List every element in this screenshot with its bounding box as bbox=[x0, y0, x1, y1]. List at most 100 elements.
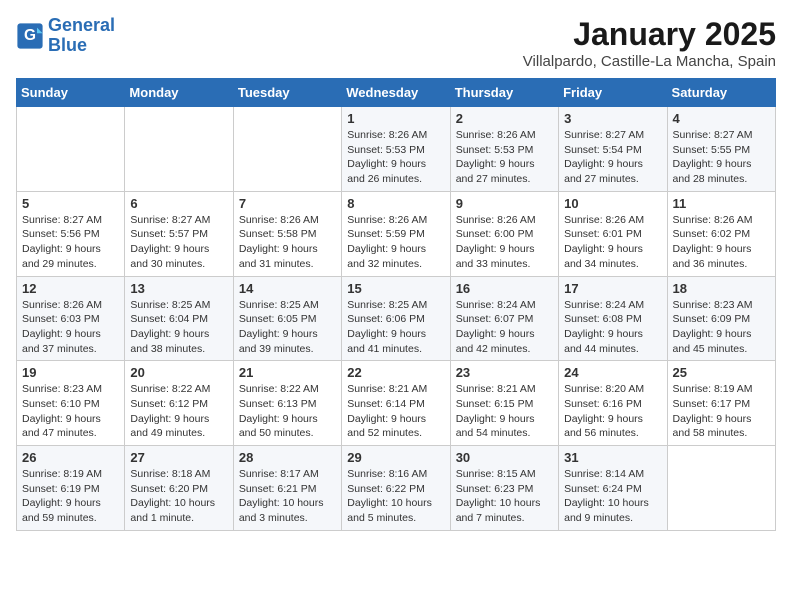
day-cell: 8 Sunrise: 8:26 AMSunset: 5:59 PMDaylight… bbox=[342, 191, 450, 276]
week-row-3: 19Sunrise: 8:23 AMSunset: 6:10 PMDayligh… bbox=[17, 361, 776, 446]
day-cell: 11 Sunrise: 8:26 AMSunset: 6:02 PMDayligh… bbox=[667, 191, 775, 276]
day-info: Sunrise: 8:26 AMSunset: 5:58 PMDaylight:… bbox=[239, 213, 336, 272]
day-number: 5 bbox=[22, 196, 119, 211]
weekday-header-thursday: Thursday bbox=[450, 79, 558, 107]
day-number: 9 bbox=[456, 196, 553, 211]
day-cell: 13 Sunrise: 8:25 AMSunset: 6:04 PMDayligh… bbox=[125, 276, 233, 361]
day-info: Sunrise: 8:19 AMSunset: 6:19 PMDaylight:… bbox=[22, 467, 119, 526]
day-number: 25 bbox=[673, 365, 770, 380]
week-row-0: 1 Sunrise: 8:26 AMSunset: 5:53 PMDaylight… bbox=[17, 107, 776, 192]
day-number: 20 bbox=[130, 365, 227, 380]
day-cell: 7 Sunrise: 8:26 AMSunset: 5:58 PMDaylight… bbox=[233, 191, 341, 276]
day-cell: 21 Sunrise: 8:22 AMSunset: 6:13 PMDayligh… bbox=[233, 361, 341, 446]
logo-icon: G bbox=[16, 22, 44, 50]
day-number: 23 bbox=[456, 365, 553, 380]
day-info: Sunrise: 8:21 AMSunset: 6:14 PMDaylight:… bbox=[347, 382, 444, 441]
day-number: 31 bbox=[564, 450, 661, 465]
weekday-header-row: SundayMondayTuesdayWednesdayThursdayFrid… bbox=[17, 79, 776, 107]
day-cell: 18Sunrise: 8:23 AMSunset: 6:09 PMDayligh… bbox=[667, 276, 775, 361]
day-info: Sunrise: 8:26 AMSunset: 6:01 PMDaylight:… bbox=[564, 213, 661, 272]
day-info: Sunrise: 8:26 AMSunset: 6:03 PMDaylight:… bbox=[22, 298, 119, 357]
day-cell: 23 Sunrise: 8:21 AMSunset: 6:15 PMDayligh… bbox=[450, 361, 558, 446]
day-number: 16 bbox=[456, 281, 553, 296]
title-block: January 2025 Villalpardo, Castille-La Ma… bbox=[523, 16, 776, 70]
day-info: Sunrise: 8:23 AMSunset: 6:10 PMDaylight:… bbox=[22, 382, 119, 441]
day-number: 8 bbox=[347, 196, 444, 211]
day-number: 1 bbox=[347, 111, 444, 126]
day-info: Sunrise: 8:27 AMSunset: 5:57 PMDaylight:… bbox=[130, 213, 227, 272]
day-info: Sunrise: 8:14 AMSunset: 6:24 PMDaylight:… bbox=[564, 467, 661, 526]
day-number: 26 bbox=[22, 450, 119, 465]
day-cell: 24Sunrise: 8:20 AMSunset: 6:16 PMDayligh… bbox=[559, 361, 667, 446]
day-cell: 10 Sunrise: 8:26 AMSunset: 6:01 PMDayligh… bbox=[559, 191, 667, 276]
day-number: 27 bbox=[130, 450, 227, 465]
logo-line2: Blue bbox=[48, 35, 87, 55]
day-cell: 30 Sunrise: 8:15 AMSunset: 6:23 PMDayligh… bbox=[450, 446, 558, 531]
week-row-1: 5 Sunrise: 8:27 AMSunset: 5:56 PMDaylight… bbox=[17, 191, 776, 276]
day-info: Sunrise: 8:23 AMSunset: 6:09 PMDaylight:… bbox=[673, 298, 770, 357]
logo-text: General Blue bbox=[48, 16, 115, 56]
day-cell: 9 Sunrise: 8:26 AMSunset: 6:00 PMDaylight… bbox=[450, 191, 558, 276]
day-cell: 17Sunrise: 8:24 AMSunset: 6:08 PMDayligh… bbox=[559, 276, 667, 361]
day-info: Sunrise: 8:27 AMSunset: 5:56 PMDaylight:… bbox=[22, 213, 119, 272]
day-info: Sunrise: 8:21 AMSunset: 6:15 PMDaylight:… bbox=[456, 382, 553, 441]
day-cell: 20 Sunrise: 8:22 AMSunset: 6:12 PMDayligh… bbox=[125, 361, 233, 446]
weekday-header-monday: Monday bbox=[125, 79, 233, 107]
day-number: 30 bbox=[456, 450, 553, 465]
day-info: Sunrise: 8:17 AMSunset: 6:21 PMDaylight:… bbox=[239, 467, 336, 526]
day-info: Sunrise: 8:16 AMSunset: 6:22 PMDaylight:… bbox=[347, 467, 444, 526]
day-number: 11 bbox=[673, 196, 770, 211]
day-cell bbox=[17, 107, 125, 192]
day-info: Sunrise: 8:25 AMSunset: 6:04 PMDaylight:… bbox=[130, 298, 227, 357]
day-number: 28 bbox=[239, 450, 336, 465]
day-cell: 5 Sunrise: 8:27 AMSunset: 5:56 PMDaylight… bbox=[17, 191, 125, 276]
day-number: 13 bbox=[130, 281, 227, 296]
day-cell: 29 Sunrise: 8:16 AMSunset: 6:22 PMDayligh… bbox=[342, 446, 450, 531]
day-cell: 4Sunrise: 8:27 AMSunset: 5:55 PMDaylight… bbox=[667, 107, 775, 192]
day-info: Sunrise: 8:22 AMSunset: 6:12 PMDaylight:… bbox=[130, 382, 227, 441]
day-number: 2 bbox=[456, 111, 553, 126]
page-header: G General Blue January 2025 Villalpardo,… bbox=[16, 16, 776, 70]
day-info: Sunrise: 8:25 AMSunset: 6:06 PMDaylight:… bbox=[347, 298, 444, 357]
day-cell bbox=[125, 107, 233, 192]
week-row-4: 26 Sunrise: 8:19 AMSunset: 6:19 PMDayligh… bbox=[17, 446, 776, 531]
day-info: Sunrise: 8:26 AMSunset: 6:02 PMDaylight:… bbox=[673, 213, 770, 272]
day-info: Sunrise: 8:25 AMSunset: 6:05 PMDaylight:… bbox=[239, 298, 336, 357]
day-number: 22 bbox=[347, 365, 444, 380]
day-info: Sunrise: 8:26 AMSunset: 5:53 PMDaylight:… bbox=[456, 128, 553, 187]
day-number: 15 bbox=[347, 281, 444, 296]
calendar-subtitle: Villalpardo, Castille-La Mancha, Spain bbox=[523, 53, 776, 70]
day-info: Sunrise: 8:26 AMSunset: 5:53 PMDaylight:… bbox=[347, 128, 444, 187]
logo-line1: General bbox=[48, 15, 115, 35]
day-number: 3 bbox=[564, 111, 661, 126]
day-cell: 12 Sunrise: 8:26 AMSunset: 6:03 PMDayligh… bbox=[17, 276, 125, 361]
day-number: 21 bbox=[239, 365, 336, 380]
day-info: Sunrise: 8:15 AMSunset: 6:23 PMDaylight:… bbox=[456, 467, 553, 526]
day-cell: 6Sunrise: 8:27 AMSunset: 5:57 PMDaylight… bbox=[125, 191, 233, 276]
day-info: Sunrise: 8:24 AMSunset: 6:07 PMDaylight:… bbox=[456, 298, 553, 357]
day-info: Sunrise: 8:22 AMSunset: 6:13 PMDaylight:… bbox=[239, 382, 336, 441]
calendar-table: SundayMondayTuesdayWednesdayThursdayFrid… bbox=[16, 78, 776, 531]
day-cell: 31 Sunrise: 8:14 AMSunset: 6:24 PMDayligh… bbox=[559, 446, 667, 531]
weekday-header-tuesday: Tuesday bbox=[233, 79, 341, 107]
day-cell: 22 Sunrise: 8:21 AMSunset: 6:14 PMDayligh… bbox=[342, 361, 450, 446]
day-info: Sunrise: 8:19 AMSunset: 6:17 PMDaylight:… bbox=[673, 382, 770, 441]
weekday-header-saturday: Saturday bbox=[667, 79, 775, 107]
svg-text:G: G bbox=[24, 27, 36, 44]
weekday-header-friday: Friday bbox=[559, 79, 667, 107]
day-cell bbox=[233, 107, 341, 192]
weekday-header-wednesday: Wednesday bbox=[342, 79, 450, 107]
day-cell: 14Sunrise: 8:25 AMSunset: 6:05 PMDayligh… bbox=[233, 276, 341, 361]
day-cell: 3Sunrise: 8:27 AMSunset: 5:54 PMDaylight… bbox=[559, 107, 667, 192]
day-info: Sunrise: 8:26 AMSunset: 6:00 PMDaylight:… bbox=[456, 213, 553, 272]
week-row-2: 12 Sunrise: 8:26 AMSunset: 6:03 PMDayligh… bbox=[17, 276, 776, 361]
logo: G General Blue bbox=[16, 16, 115, 56]
day-number: 10 bbox=[564, 196, 661, 211]
day-number: 29 bbox=[347, 450, 444, 465]
day-cell: 26 Sunrise: 8:19 AMSunset: 6:19 PMDayligh… bbox=[17, 446, 125, 531]
day-number: 12 bbox=[22, 281, 119, 296]
day-number: 7 bbox=[239, 196, 336, 211]
day-info: Sunrise: 8:24 AMSunset: 6:08 PMDaylight:… bbox=[564, 298, 661, 357]
day-cell bbox=[667, 446, 775, 531]
day-info: Sunrise: 8:26 AMSunset: 5:59 PMDaylight:… bbox=[347, 213, 444, 272]
